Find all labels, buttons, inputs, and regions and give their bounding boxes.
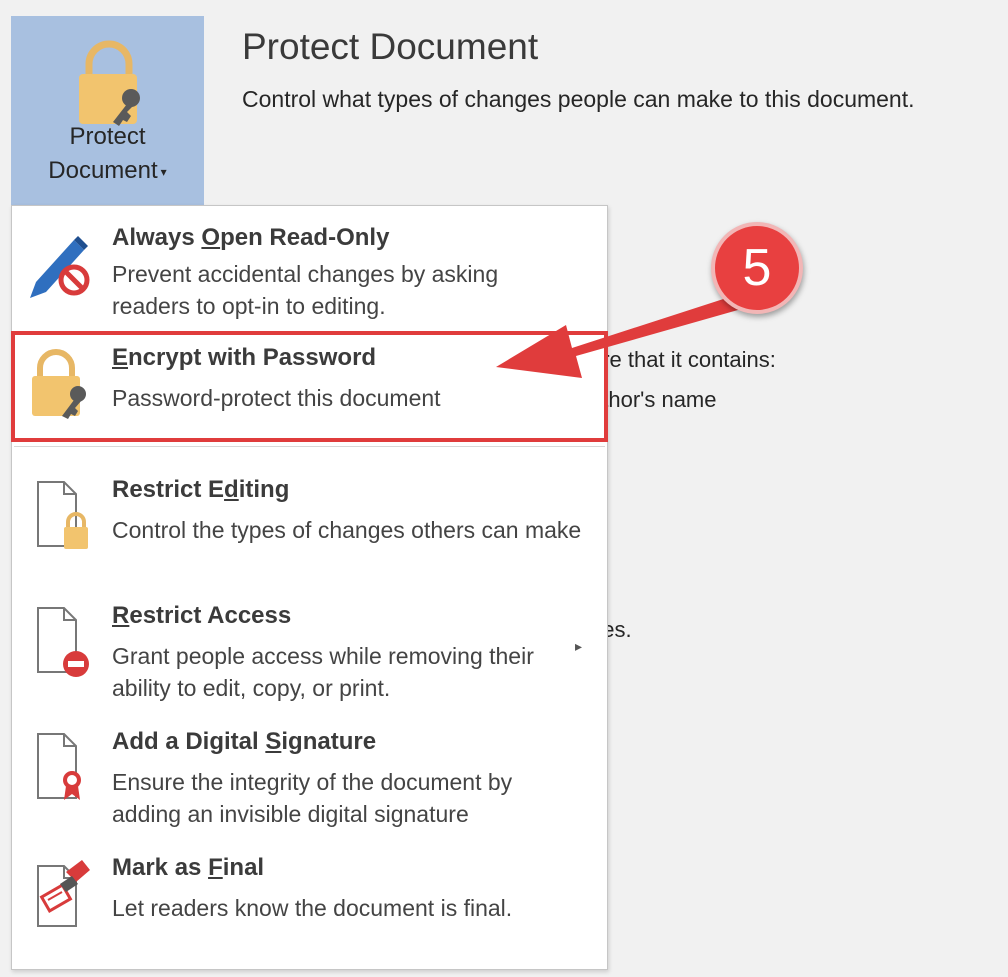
menu-item-description: Let readers know the document is final. — [112, 895, 513, 921]
menu-item-title-accel: R — [112, 602, 130, 629]
background-text-1: are that it contains: — [590, 347, 776, 372]
menu-item-title-post: ncrypt with Password — [128, 344, 377, 371]
menu-item-description: Control the types of changes others can … — [112, 517, 582, 543]
menu-item-title-pre: Add a Digital — [112, 728, 266, 755]
stamp-icon — [37, 860, 90, 927]
protect-document-menu: Always Open Read-Only Prevent accidental… — [11, 205, 608, 970]
page-title: Protect Document — [242, 26, 539, 67]
menu-item-mark-as-final[interactable]: Mark as Final Let readers know the docum… — [12, 846, 607, 964]
menu-item-title-post: estrict Access — [129, 602, 292, 629]
submenu-arrow-icon: ▸ — [575, 638, 583, 654]
menu-item-always-open-read-only[interactable]: Always Open Read-Only Prevent accidental… — [12, 220, 607, 332]
protect-document-button[interactable]: Protect Document ▾ — [11, 16, 204, 208]
menu-item-title-post: iting — [238, 476, 290, 503]
menu-item-title-post: ignature — [281, 728, 377, 755]
protect-label-line1: Protect — [69, 123, 146, 150]
doc-lock-icon — [37, 481, 88, 549]
dropdown-caret-icon: ▾ — [160, 164, 167, 179]
protect-document-label: Protect Document ▾ — [11, 120, 204, 189]
menu-item-title-accel: E — [112, 344, 129, 371]
step-number-badge: 5 — [711, 222, 803, 314]
menu-item-title-pre: Mark as — [112, 854, 209, 881]
menu-item-description: Password-protect this document — [112, 385, 441, 411]
lock-key-icon — [32, 349, 86, 419]
menu-item-title-accel: d — [224, 476, 239, 503]
menu-item-restrict-editing[interactable]: Restrict Editing Control the types of ch… — [12, 468, 607, 586]
menu-item-title-accel: O — [201, 224, 221, 251]
doc-ribbon-icon — [37, 733, 81, 800]
menu-item-title-pre: Restrict E — [112, 476, 225, 503]
doc-block-icon — [37, 607, 89, 677]
menu-item-encrypt-with-password[interactable]: Encrypt with Password Password-protect t… — [12, 336, 607, 440]
menu-item-description: Prevent accidental changes by asking rea… — [112, 261, 499, 319]
menu-item-title-post: pen Read-Only — [220, 224, 390, 251]
pen-no-icon — [30, 236, 90, 298]
menu-item-description: Grant people access while removing their… — [112, 643, 534, 701]
menu-item-description: Ensure the integrity of the document by … — [112, 769, 513, 827]
page-description: Control what types of changes people can… — [242, 86, 915, 112]
left-background — [0, 0, 10, 977]
menu-item-add-digital-signature[interactable]: Add a Digital Signature Ensure the integ… — [12, 720, 607, 838]
menu-separator — [14, 446, 605, 447]
menu-item-title-accel: S — [265, 728, 282, 755]
menu-item-restrict-access[interactable]: Restrict Access Grant people access whil… — [12, 594, 607, 712]
menu-item-title-accel: F — [208, 854, 223, 881]
menu-item-title-post: inal — [222, 854, 265, 881]
menu-item-title-pre: Always — [112, 224, 202, 251]
protect-label-line2: Document — [48, 157, 158, 184]
lock-key-icon — [79, 40, 140, 126]
background-text-2: uthor's name — [590, 387, 717, 412]
